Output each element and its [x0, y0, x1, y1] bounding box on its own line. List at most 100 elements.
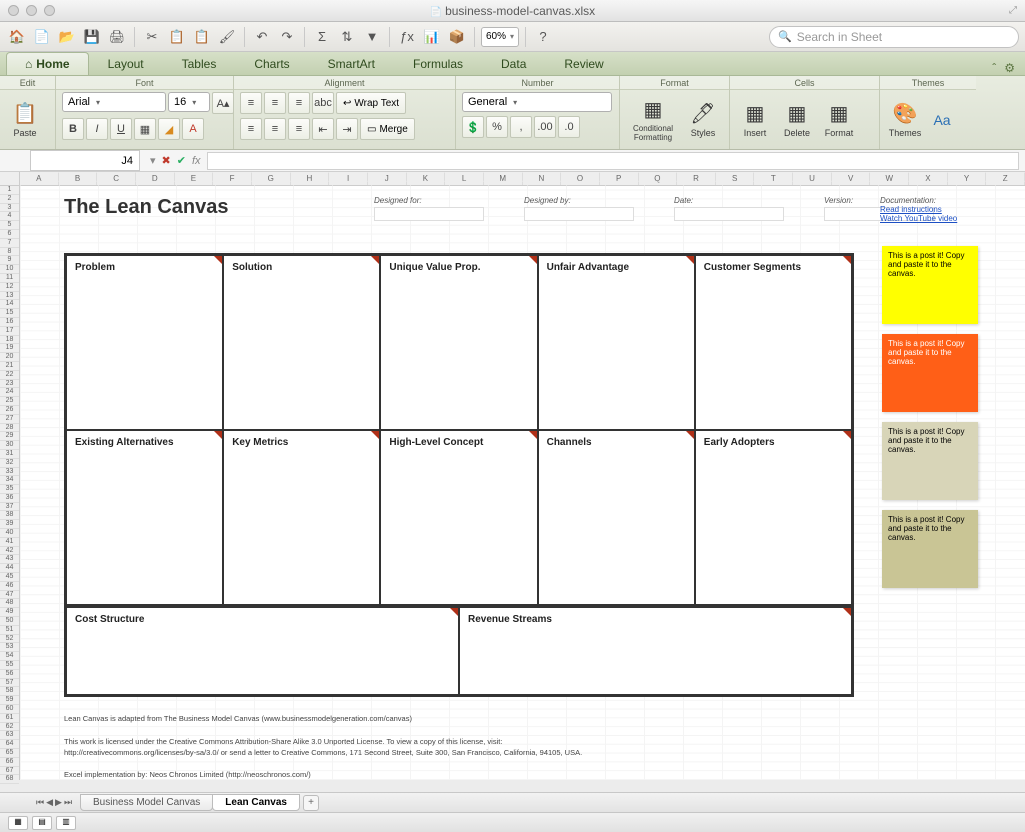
- doc-link-video[interactable]: Watch YouTube video: [880, 214, 957, 223]
- tab-layout[interactable]: Layout: [89, 52, 163, 75]
- sort-icon[interactable]: ⇅: [336, 26, 358, 48]
- fx-label[interactable]: fx: [192, 155, 201, 167]
- row-header[interactable]: 10: [0, 265, 19, 274]
- row-header[interactable]: 42: [0, 547, 19, 556]
- normal-view-button[interactable]: ▦: [8, 816, 28, 830]
- filter-icon[interactable]: ▼: [361, 26, 383, 48]
- row-header[interactable]: 56: [0, 670, 19, 679]
- insert-button[interactable]: ▦Insert: [736, 93, 774, 147]
- cell-solution[interactable]: Solution: [223, 255, 380, 430]
- name-box[interactable]: J4: [30, 150, 140, 171]
- row-header[interactable]: 57: [0, 679, 19, 688]
- row-header[interactable]: 40: [0, 529, 19, 538]
- settings-gear-icon[interactable]: ⚙: [1004, 61, 1015, 75]
- cancel-formula-icon[interactable]: ✖: [162, 154, 171, 167]
- font-color-button[interactable]: A: [182, 118, 204, 140]
- row-header[interactable]: 1: [0, 186, 19, 195]
- row-header[interactable]: 52: [0, 635, 19, 644]
- autosum-icon[interactable]: Σ: [311, 26, 333, 48]
- doc-link-instructions[interactable]: Read instructions: [880, 205, 957, 214]
- row-header[interactable]: 14: [0, 300, 19, 309]
- row-header[interactable]: 46: [0, 582, 19, 591]
- row-header[interactable]: 49: [0, 608, 19, 617]
- wrap-text-button[interactable]: ↩Wrap Text: [336, 92, 406, 114]
- row-header[interactable]: 13: [0, 292, 19, 301]
- row-header[interactable]: 38: [0, 511, 19, 520]
- align-right-button[interactable]: ≡: [288, 118, 310, 140]
- accept-formula-icon[interactable]: ✔: [177, 154, 186, 167]
- cell-metrics[interactable]: Key Metrics: [223, 430, 380, 605]
- cell-segments[interactable]: Customer Segments: [695, 255, 852, 430]
- tab-charts[interactable]: Charts: [235, 52, 308, 75]
- open-icon[interactable]: 📂: [56, 26, 78, 48]
- cell-cost[interactable]: Cost Structure: [66, 607, 459, 695]
- sheet-next-icon[interactable]: ▶: [55, 797, 62, 808]
- cell-problem[interactable]: Problem: [66, 255, 223, 430]
- formula-input[interactable]: [207, 152, 1019, 170]
- copy-icon[interactable]: 📋: [166, 26, 188, 48]
- styles-button[interactable]: 🖊Styles: [684, 93, 722, 147]
- align-center-button[interactable]: ≡: [264, 118, 286, 140]
- row-header[interactable]: 24: [0, 388, 19, 397]
- orientation-button[interactable]: abc: [312, 92, 334, 114]
- row-header[interactable]: 55: [0, 661, 19, 670]
- page-layout-view-button[interactable]: ▤: [32, 816, 52, 830]
- postit-orange[interactable]: This is a post it! Copy and paste it to …: [882, 334, 978, 412]
- row-header[interactable]: 28: [0, 424, 19, 433]
- cell-revenue[interactable]: Revenue Streams: [459, 607, 852, 695]
- row-header[interactable]: 18: [0, 336, 19, 345]
- font-size-select[interactable]: 16: [168, 92, 210, 112]
- underline-button[interactable]: U: [110, 118, 132, 140]
- tab-data[interactable]: Data: [482, 52, 545, 75]
- meta-date-field[interactable]: [674, 207, 784, 221]
- paste-button[interactable]: 📋Paste: [6, 93, 44, 147]
- bold-button[interactable]: B: [62, 118, 84, 140]
- meta-designed-by-field[interactable]: [524, 207, 634, 221]
- decimal-decrease-button[interactable]: .0: [558, 116, 580, 138]
- print-icon[interactable]: 🖨: [106, 26, 128, 48]
- row-header[interactable]: 32: [0, 459, 19, 468]
- delete-button[interactable]: ▦Delete: [778, 93, 816, 147]
- tab-review[interactable]: Review: [545, 52, 622, 75]
- align-middle-button[interactable]: ≡: [264, 92, 286, 114]
- row-header[interactable]: 17: [0, 327, 19, 336]
- align-top-button[interactable]: ≡: [240, 92, 262, 114]
- row-header[interactable]: 51: [0, 626, 19, 635]
- row-header[interactable]: 26: [0, 406, 19, 415]
- cell-uvp[interactable]: Unique Value Prop.: [380, 255, 537, 430]
- row-header[interactable]: 68: [0, 775, 19, 784]
- row-header[interactable]: 30: [0, 441, 19, 450]
- row-header[interactable]: 43: [0, 555, 19, 564]
- row-header[interactable]: 20: [0, 353, 19, 362]
- row-header[interactable]: 3: [0, 204, 19, 213]
- row-header[interactable]: 31: [0, 450, 19, 459]
- row-header[interactable]: 61: [0, 714, 19, 723]
- help-icon[interactable]: ?: [532, 26, 554, 48]
- undo-icon[interactable]: ↶: [251, 26, 273, 48]
- tab-formulas[interactable]: Formulas: [394, 52, 482, 75]
- redo-icon[interactable]: ↷: [276, 26, 298, 48]
- align-bottom-button[interactable]: ≡: [288, 92, 310, 114]
- align-left-button[interactable]: ≡: [240, 118, 262, 140]
- row-header[interactable]: 53: [0, 643, 19, 652]
- tab-home[interactable]: ⌂Home: [6, 52, 89, 75]
- row-header[interactable]: 58: [0, 687, 19, 696]
- row-header[interactable]: 48: [0, 599, 19, 608]
- row-header[interactable]: 15: [0, 309, 19, 318]
- row-header[interactable]: 9: [0, 256, 19, 265]
- row-header[interactable]: 34: [0, 476, 19, 485]
- meta-designed-for-field[interactable]: [374, 207, 484, 221]
- new-icon[interactable]: 📄: [31, 26, 53, 48]
- sheet-prev-icon[interactable]: ◀: [46, 797, 53, 808]
- collapse-ribbon-icon[interactable]: ˆ: [992, 61, 996, 75]
- sheet-tab-bmc[interactable]: Business Model Canvas: [80, 794, 213, 811]
- row-header[interactable]: 54: [0, 652, 19, 661]
- row-header[interactable]: 7: [0, 239, 19, 248]
- row-header[interactable]: 8: [0, 248, 19, 257]
- row-header[interactable]: 62: [0, 723, 19, 732]
- row-header[interactable]: 21: [0, 362, 19, 371]
- row-header[interactable]: 67: [0, 767, 19, 776]
- save-icon[interactable]: 💾: [81, 26, 103, 48]
- cell-channels[interactable]: Channels: [538, 430, 695, 605]
- row-header[interactable]: 25: [0, 397, 19, 406]
